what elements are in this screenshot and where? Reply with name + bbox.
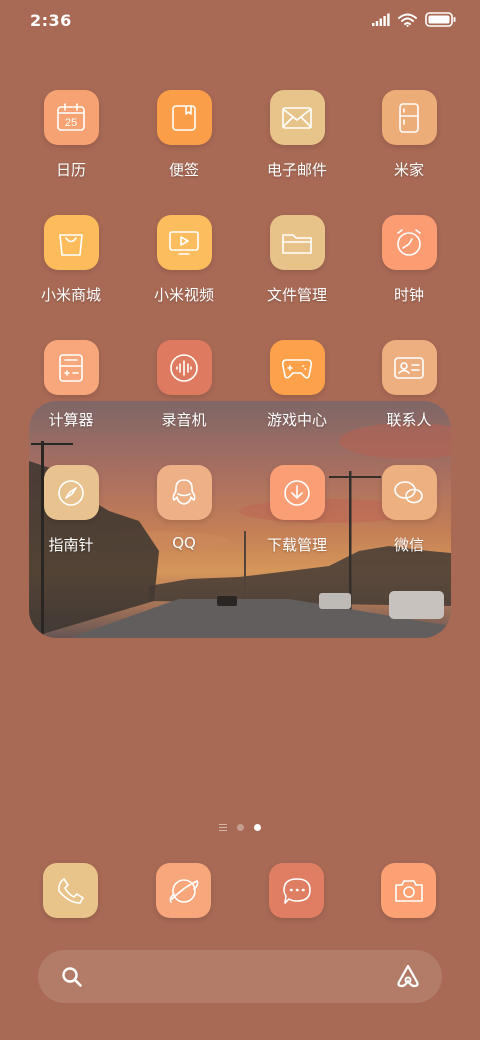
phone-icon[interactable]: [43, 863, 98, 918]
camera-icon[interactable]: [381, 863, 436, 918]
app-video[interactable]: 小米视频: [129, 215, 239, 305]
app-label: 指南针: [48, 536, 94, 554]
app-label: 电子邮件: [266, 161, 327, 179]
app-qq[interactable]: QQ: [129, 465, 239, 552]
app-calculator[interactable]: 计算器: [16, 340, 126, 430]
calculator-icon[interactable]: [43, 340, 99, 395]
page-dot-active: [254, 824, 261, 831]
app-download[interactable]: 下载管理: [242, 465, 352, 555]
wechat-icon[interactable]: [381, 465, 437, 520]
app-label: 便签: [168, 161, 199, 179]
app-label: 下载管理: [266, 536, 327, 554]
shopping-bag-icon[interactable]: [43, 215, 99, 270]
app-recorder[interactable]: 录音机: [129, 340, 239, 430]
app-wechat[interactable]: 微信: [354, 465, 464, 555]
mijia-icon[interactable]: [381, 90, 437, 145]
app-label: 日历: [55, 161, 86, 179]
app-label: 联系人: [386, 411, 432, 429]
app-label: 计算器: [48, 411, 94, 429]
notes-icon[interactable]: [156, 90, 212, 145]
video-icon[interactable]: [156, 215, 212, 270]
app-compass[interactable]: 指南针: [16, 465, 126, 555]
app-mail[interactable]: 电子邮件: [242, 90, 352, 180]
app-label: 米家: [393, 161, 424, 179]
app-shopping-bag[interactable]: 小米商城: [16, 215, 126, 305]
app-label: 文件管理: [266, 286, 327, 304]
app-label: 小米商城: [40, 286, 101, 304]
signal-icon: [372, 13, 390, 26]
mail-icon[interactable]: [269, 90, 325, 145]
app-label: 游戏中心: [266, 411, 327, 429]
status-icons: [372, 12, 456, 27]
status-time: 2:36: [30, 11, 72, 30]
calendar-icon[interactable]: 25: [43, 90, 99, 145]
app-notes[interactable]: 便签: [129, 90, 239, 180]
download-icon[interactable]: [269, 465, 325, 520]
assistant-icon[interactable]: [394, 963, 422, 989]
page-dot: [237, 824, 244, 831]
clock-icon[interactable]: [381, 215, 437, 270]
app-clock[interactable]: 时钟: [354, 215, 464, 305]
messages-icon[interactable]: [269, 863, 324, 918]
app-label: QQ: [172, 534, 196, 552]
browser-icon[interactable]: [156, 863, 211, 918]
app-folder[interactable]: 文件管理: [242, 215, 352, 305]
page-indicator-lines-icon: [219, 824, 227, 831]
app-gamepad[interactable]: 游戏中心: [242, 340, 352, 430]
status-bar: 2:36: [0, 0, 480, 40]
search-bar[interactable]: [38, 950, 442, 1003]
battery-icon: [425, 12, 456, 27]
folder-icon[interactable]: [269, 215, 325, 270]
recorder-icon[interactable]: [156, 340, 212, 395]
app-contacts[interactable]: 联系人: [354, 340, 464, 430]
app-calendar[interactable]: 25 日历: [16, 90, 126, 180]
qq-icon[interactable]: [156, 465, 212, 520]
page-indicator[interactable]: [0, 824, 480, 831]
app-label: 录音机: [161, 411, 207, 429]
app-label: 时钟: [393, 286, 424, 304]
search-icon[interactable]: [61, 966, 83, 988]
gamepad-icon[interactable]: [269, 340, 325, 395]
contacts-icon[interactable]: [381, 340, 437, 395]
compass-icon[interactable]: [43, 465, 99, 520]
svg-text:25: 25: [65, 117, 77, 129]
wifi-icon: [398, 13, 417, 27]
app-label: 微信: [393, 536, 424, 554]
app-mijia[interactable]: 米家: [354, 90, 464, 180]
app-label: 小米视频: [153, 286, 214, 304]
